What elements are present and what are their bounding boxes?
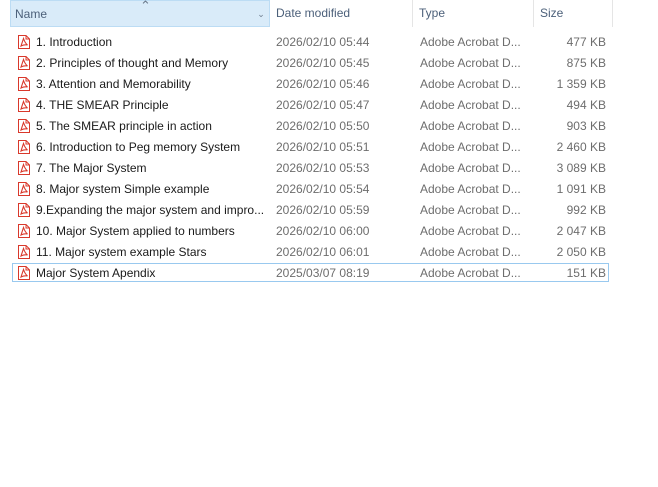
pdf-file-icon [18, 119, 30, 133]
file-name: 11. Major system example Stars [36, 245, 207, 259]
file-row[interactable]: 5. The SMEAR principle in action 2026/02/… [0, 116, 658, 137]
file-size: 2 460 KB [556, 140, 606, 154]
file-date-modified: 2025/03/07 08:19 [276, 266, 370, 280]
file-name: 7. The Major System [36, 161, 147, 175]
file-size: 494 KB [566, 98, 606, 112]
file-type: Adobe Acrobat D... [420, 182, 521, 196]
column-header-date-label: Date modified [276, 6, 351, 20]
file-date-modified: 2026/02/10 06:00 [276, 224, 370, 238]
file-name: 10. Major System applied to numbers [36, 224, 235, 238]
file-date-modified: 2026/02/10 05:44 [276, 35, 370, 49]
column-header-type[interactable]: Type [414, 0, 534, 27]
file-type: Adobe Acrobat D... [420, 203, 521, 217]
column-header-type-label: Type [419, 6, 446, 20]
column-header-bar: ⌃ Name ⌄ Date modified Type Size [0, 0, 658, 29]
pdf-file-icon [18, 161, 30, 175]
file-type: Adobe Acrobat D... [420, 77, 521, 91]
file-date-modified: 2026/02/10 05:45 [276, 56, 370, 70]
file-type: Adobe Acrobat D... [420, 35, 521, 49]
file-date-modified: 2026/02/10 05:51 [276, 140, 370, 154]
sort-ascending-icon: ⌃ [140, 0, 151, 13]
file-type: Adobe Acrobat D... [420, 98, 521, 112]
column-header-date-modified[interactable]: Date modified [271, 0, 413, 27]
file-row[interactable]: 1. Introduction 2026/02/10 05:44 Adobe Acr… [0, 32, 658, 53]
file-name: 3. Attention and Memorability [36, 77, 191, 91]
file-size: 875 KB [566, 56, 606, 70]
pdf-file-icon [18, 266, 30, 280]
file-row[interactable]: 9.Expanding the major system and impro..… [0, 200, 658, 221]
pdf-file-icon [18, 245, 30, 259]
file-name: 5. The SMEAR principle in action [36, 119, 212, 133]
pdf-file-icon [18, 182, 30, 196]
column-header-name[interactable]: ⌃ Name ⌄ [10, 0, 270, 27]
file-row[interactable]: 10. Major System applied to numbers 2026/… [0, 221, 658, 242]
file-size: 992 KB [566, 203, 606, 217]
file-type: Adobe Acrobat D... [420, 119, 521, 133]
file-date-modified: 2026/02/10 05:53 [276, 161, 370, 175]
file-type: Adobe Acrobat D... [420, 245, 521, 259]
chevron-down-icon[interactable]: ⌄ [255, 1, 267, 28]
file-date-modified: 2026/02/10 05:59 [276, 203, 370, 217]
file-name: 6. Introduction to Peg memory System [36, 140, 241, 154]
file-type: Adobe Acrobat D... [420, 56, 521, 70]
file-date-modified: 2026/02/10 05:47 [276, 98, 370, 112]
file-date-modified: 2026/02/10 06:01 [276, 245, 370, 259]
pdf-file-icon [18, 77, 30, 91]
file-size: 2 050 KB [556, 245, 606, 259]
file-row[interactable]: 6. Introduction to Peg memory System 2026… [0, 137, 658, 158]
file-list: 1. Introduction 2026/02/10 05:44 Adobe Acr… [0, 32, 658, 284]
file-name: 8. Major system Simple example [36, 182, 210, 196]
file-size: 1 359 KB [556, 77, 606, 91]
file-size: 151 KB [566, 266, 606, 280]
file-name: 9.Expanding the major system and impro..… [36, 203, 265, 217]
file-size: 2 047 KB [556, 224, 606, 238]
file-explorer-details-view: ⌃ Name ⌄ Date modified Type Size 1. Intr… [0, 0, 658, 487]
file-row[interactable]: 7. The Major System 2026/02/10 05:53 Adobe… [0, 158, 658, 179]
column-header-name-label: Name [15, 7, 48, 21]
pdf-file-icon [18, 98, 30, 112]
pdf-file-icon [18, 224, 30, 238]
file-size: 903 KB [566, 119, 606, 133]
file-size: 477 KB [566, 35, 606, 49]
pdf-file-icon [18, 56, 30, 70]
file-size: 1 091 KB [556, 182, 606, 196]
file-type: Adobe Acrobat D... [420, 140, 521, 154]
file-row[interactable]: 2. Principles of thought and Memory 2026/… [0, 53, 658, 74]
file-type: Adobe Acrobat D... [420, 224, 521, 238]
file-date-modified: 2026/02/10 05:50 [276, 119, 370, 133]
pdf-file-icon [18, 140, 30, 154]
column-header-size-label: Size [540, 6, 564, 20]
file-date-modified: 2026/02/10 05:54 [276, 182, 370, 196]
pdf-file-icon [18, 203, 30, 217]
file-row[interactable]: 11. Major system example Stars 2026/02/10… [0, 242, 658, 263]
file-date-modified: 2026/02/10 05:46 [276, 77, 370, 91]
file-row[interactable]: 4. THE SMEAR Principle 2026/02/10 05:47 Ad… [0, 95, 658, 116]
file-name: 1. Introduction [36, 35, 113, 49]
pdf-file-icon [18, 35, 30, 49]
file-row[interactable]: Major System Apendix 2025/03/07 08:19 Adob… [0, 263, 658, 284]
column-header-size[interactable]: Size [535, 0, 613, 27]
file-row[interactable]: 8. Major system Simple example 2026/02/10… [0, 179, 658, 200]
file-name: Major System Apendix [36, 266, 156, 280]
file-row[interactable]: 3. Attention and Memorability 2026/02/10 … [0, 74, 658, 95]
file-type: Adobe Acrobat D... [420, 161, 521, 175]
file-type: Adobe Acrobat D... [420, 266, 521, 280]
file-size: 3 089 KB [556, 161, 606, 175]
file-name: 2. Principles of thought and Memory [36, 56, 229, 70]
file-name: 4. THE SMEAR Principle [36, 98, 169, 112]
